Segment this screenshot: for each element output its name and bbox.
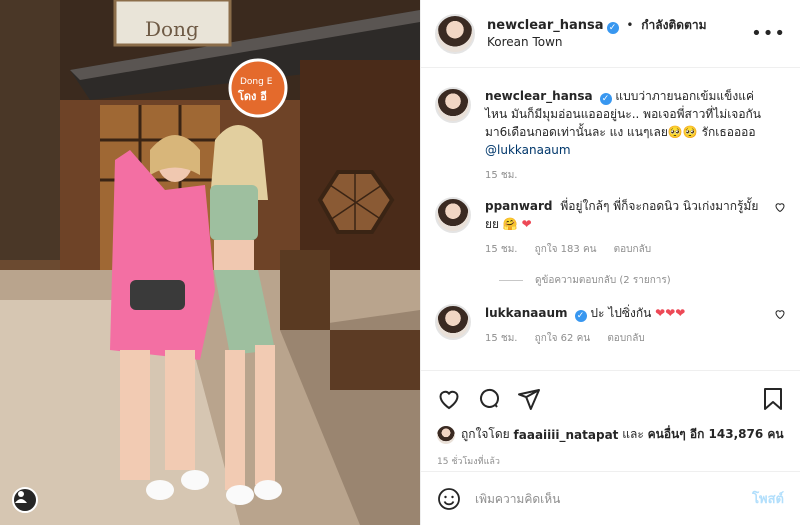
comment-hearts: ❤❤❤ (655, 306, 686, 320)
view-replies-toggle[interactable]: ดูข้อความตอบกลับ (2 รายการ) (499, 273, 786, 288)
post-location[interactable]: Korean Town (487, 34, 751, 51)
caption-comment: newclear_hansa ✓ แบบว่าภายนอกเข้มแข็งแค่ไ… (435, 87, 786, 185)
comment-item: ppanward พี่อยู่ใกล้ๆ พี่ก็จะกอดนิว นิวเ… (435, 197, 786, 259)
round-sign-text: Dong E (240, 77, 273, 87)
bookmark-icon[interactable] (762, 387, 784, 411)
reply-button[interactable]: ตอบกลับ (607, 333, 644, 344)
comment-bubble-icon[interactable] (477, 387, 501, 411)
post-timestamp[interactable]: 15 ชั่วโมงที่แล้ว (437, 454, 784, 468)
comment-avatar[interactable] (435, 197, 471, 233)
caption-avatar[interactable] (435, 87, 471, 123)
author-info: newclear_hansa ✓ • กำลังติดตาม Korean Tow… (487, 17, 751, 51)
view-replies-label: ดูข้อความตอบกลับ (2 รายการ) (535, 275, 671, 286)
verified-badge-icon: ✓ (606, 21, 619, 34)
comment-likes-count[interactable]: ถูกใจ 183 คน (535, 244, 597, 255)
separator-dot: • (626, 17, 634, 32)
caption-username[interactable]: newclear_hansa (485, 89, 593, 103)
comment-likes-count[interactable]: ถูกใจ 62 คน (535, 333, 590, 344)
heart-outline-icon[interactable] (437, 387, 461, 411)
comments-list[interactable]: newclear_hansa ✓ แบบว่าภายนอกเข้มแข็งแค่ไ… (421, 69, 800, 369)
comment-item: lukkanaaum ✓ ปะ ไปซิ่งกัน ❤❤❤ 15 ชม. ถูกใ… (435, 304, 786, 348)
instagram-post-view: Dong Dong E โดง อี newclear_hansa ✓ • กำ… (0, 0, 800, 525)
verified-badge-icon: ✓ (599, 93, 612, 105)
comment-hearts: ❤ (521, 217, 532, 231)
replies-divider-line (499, 280, 523, 281)
reply-button[interactable]: ตอบกลับ (614, 244, 651, 255)
post-photo-illustration: Dong Dong E โดง อี (0, 0, 420, 525)
more-options-icon[interactable]: ••• (751, 23, 786, 44)
comment-body: lukkanaaum ✓ ปะ ไปซิ่งกัน ❤❤❤ 15 ชม. ถูกใ… (485, 304, 786, 348)
action-icons-row (437, 379, 784, 419)
author-avatar[interactable] (435, 13, 475, 54)
verified-badge-icon: ✓ (574, 310, 587, 322)
comment-emoji: 🤗 (502, 217, 518, 231)
comment-avatar[interactable] (435, 304, 471, 340)
round-sign-thai: โดง อี (237, 89, 267, 103)
comment-username[interactable]: lukkanaaum (485, 306, 568, 320)
comment-meta: 15 ชม. ถูกใจ 183 คน ตอบกลับ (485, 241, 764, 259)
post-header: newclear_hansa ✓ • กำลังติดตาม Korean Tow… (421, 0, 800, 68)
liker-avatar[interactable] (437, 425, 455, 444)
likes-summary: ถูกใจโดย faaaiiii_natapat และ คนอื่นๆ อี… (437, 425, 784, 444)
likes-others-count[interactable]: คนอื่นๆ อีก 143,876 คน (648, 425, 784, 444)
caption-meta: 15 ชม. (485, 167, 764, 185)
comment-text: ปะ ไปซิ่งกัน (590, 306, 652, 320)
liker-username[interactable]: faaaiiii_natapat (514, 428, 619, 442)
comment-time[interactable]: 15 ชม. (485, 333, 517, 344)
comment-time[interactable]: 15 ชม. (485, 244, 517, 255)
post-photo[interactable]: Dong Dong E โดง อี (0, 0, 420, 525)
post-actions: ถูกใจโดย faaaiiii_natapat และ คนอื่นๆ อี… (421, 370, 800, 468)
author-username[interactable]: newclear_hansa (487, 18, 604, 33)
post-comment-button[interactable]: โพสต์ (752, 488, 784, 509)
post-side-panel: newclear_hansa ✓ • กำลังติดตาม Korean Tow… (420, 0, 800, 525)
comment-username[interactable]: ppanward (485, 199, 553, 213)
likes-prefix: ถูกใจโดย (461, 427, 510, 441)
caption-time[interactable]: 15 ชม. (485, 170, 517, 181)
comment-body: ppanward พี่อยู่ใกล้ๆ พี่ก็จะกอดนิว นิวเ… (485, 197, 786, 259)
paper-plane-icon[interactable] (517, 387, 541, 411)
comment-like-heart-icon[interactable] (774, 308, 786, 320)
smiley-icon[interactable] (437, 487, 461, 511)
comment-like-heart-icon[interactable] (774, 201, 786, 213)
following-button[interactable]: กำลังติดตาม (641, 18, 706, 32)
profile-glyph-icon[interactable] (12, 487, 38, 513)
caption-body: newclear_hansa ✓ แบบว่าภายนอกเข้มแข็งแค่ไ… (485, 87, 786, 185)
comment-meta: 15 ชม. ถูกใจ 62 คน ตอบกลับ (485, 330, 764, 348)
likes-middle: และ (622, 427, 644, 441)
caption-mention-link[interactable]: @lukkanaaum (485, 143, 571, 157)
add-comment-bar: โพสต์ (421, 471, 800, 525)
store-sign-text: Dong (145, 17, 199, 41)
comment-input[interactable] (475, 491, 753, 506)
